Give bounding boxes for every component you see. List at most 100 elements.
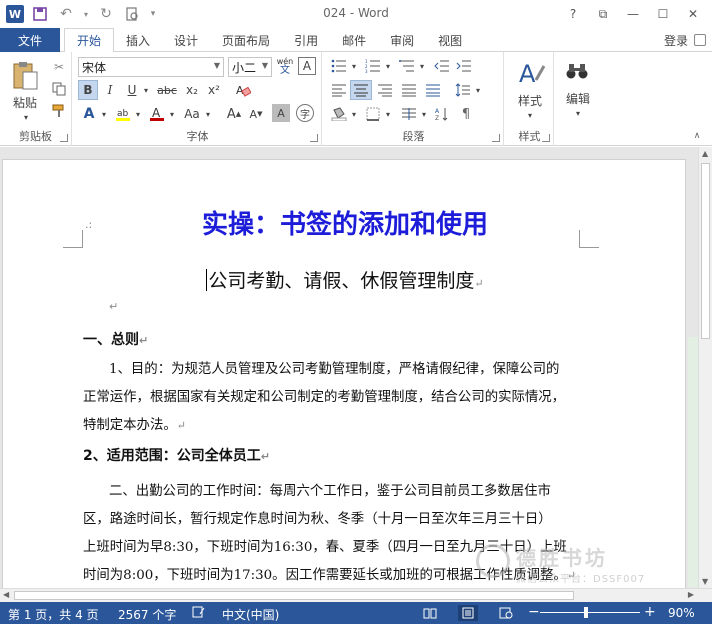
highlight-dropdown-icon[interactable]: ▾ [134, 104, 142, 124]
distributed-icon[interactable] [422, 80, 444, 100]
collapse-ribbon-icon[interactable]: ∧ [690, 130, 704, 142]
underline-button[interactable]: U [122, 80, 142, 100]
bold-button[interactable]: B [78, 80, 98, 100]
phonetic-guide-icon[interactable]: wén 文 [276, 56, 294, 76]
document-page[interactable]: .: 实操：书签的添加和使用 公司考勤、请假、休假管理制度↵ ↵ 一、总则↵ 1… [2, 159, 686, 588]
tab-insert[interactable]: 插入 [114, 28, 162, 52]
text-effects-dropdown-icon[interactable]: ▾ [100, 104, 108, 124]
close-button[interactable]: ✕ [680, 4, 706, 24]
ribbon-display-options-button[interactable]: ⧉ [590, 4, 616, 24]
tab-references[interactable]: 引用 [282, 28, 330, 52]
subscript-button[interactable]: x₂ [182, 80, 202, 100]
font-name-dropdown[interactable]: 宋体 ▼ [78, 57, 224, 77]
numbering-icon[interactable]: 123 [362, 56, 384, 76]
underline-dropdown-icon[interactable]: ▾ [142, 80, 150, 100]
highlight-icon[interactable]: ab [112, 104, 134, 124]
multilevel-list-icon[interactable] [396, 56, 418, 76]
account-icon[interactable] [694, 34, 706, 46]
justify-icon[interactable] [398, 80, 420, 100]
character-shading-icon[interactable]: A [272, 104, 290, 122]
bullets-dropdown-icon[interactable]: ▾ [350, 56, 358, 76]
maximize-button[interactable]: ☐ [650, 4, 676, 24]
chinese-layout-dropdown-icon[interactable]: ▾ [420, 104, 428, 124]
tab-mailings[interactable]: 邮件 [330, 28, 378, 52]
font-size-dropdown[interactable]: 小二 ▼ [228, 57, 272, 77]
zoom-out-button[interactable]: − [528, 604, 540, 620]
zoom-slider[interactable] [540, 612, 640, 613]
word-count[interactable]: 2567 个字 [118, 606, 176, 623]
enclose-characters-icon[interactable]: 字 [296, 104, 314, 122]
tab-home[interactable]: 开始 [64, 28, 115, 53]
proofing-icon[interactable] [192, 606, 206, 621]
bullets-icon[interactable] [328, 56, 350, 76]
web-layout-icon[interactable] [496, 605, 516, 621]
tab-review[interactable]: 审阅 [378, 28, 426, 52]
line-spacing-dropdown-icon[interactable]: ▾ [474, 80, 482, 100]
scroll-left-icon[interactable]: ◀ [3, 590, 9, 599]
cut-icon[interactable]: ✂ [50, 58, 68, 76]
vertical-scrollbar[interactable]: ▲ ▼ [698, 147, 712, 588]
tab-design[interactable]: 设计 [162, 28, 210, 52]
copy-icon[interactable] [50, 80, 68, 98]
strikethrough-button[interactable]: abc [154, 80, 180, 100]
styles-button-label[interactable]: 样式 [510, 92, 550, 108]
align-left-icon[interactable] [328, 80, 350, 100]
numbering-dropdown-icon[interactable]: ▾ [384, 56, 392, 76]
font-color-dropdown-icon[interactable]: ▾ [168, 104, 176, 124]
decrease-indent-icon[interactable] [432, 56, 452, 76]
binoculars-icon[interactable] [562, 56, 592, 86]
vertical-scroll-thumb[interactable] [701, 163, 710, 339]
styles-icon[interactable]: A [514, 56, 548, 90]
read-mode-icon[interactable] [420, 605, 440, 621]
language-indicator[interactable]: 中文(中国) [222, 606, 279, 623]
editing-dropdown-icon[interactable]: ▾ [570, 108, 586, 118]
scroll-right-icon[interactable]: ▶ [688, 590, 694, 599]
paste-button-label[interactable]: 粘贴 [4, 94, 46, 110]
character-border-icon[interactable]: A [298, 57, 316, 75]
increase-indent-icon[interactable] [454, 56, 474, 76]
help-button[interactable]: ? [560, 4, 586, 24]
paste-dropdown-icon[interactable]: ▾ [16, 112, 36, 122]
minimize-button[interactable]: — [620, 4, 646, 24]
scroll-up-icon[interactable]: ▲ [702, 149, 708, 158]
tab-file[interactable]: 文件 [0, 28, 60, 52]
multilevel-dropdown-icon[interactable]: ▾ [418, 56, 426, 76]
zoom-in-button[interactable]: + [644, 604, 656, 620]
horizontal-scroll-thumb[interactable] [14, 591, 574, 600]
chinese-layout-icon[interactable] [398, 104, 420, 124]
clear-formatting-icon[interactable]: A [232, 80, 254, 100]
horizontal-scrollbar[interactable]: ◀ ▶ [0, 588, 712, 602]
align-right-icon[interactable] [374, 80, 396, 100]
clipboard-launcher[interactable] [60, 134, 68, 142]
grow-font-icon[interactable]: A ▲ [224, 104, 244, 124]
text-effects-icon[interactable]: A [78, 104, 100, 124]
change-case-dropdown-icon[interactable]: ▾ [204, 104, 212, 124]
tab-view[interactable]: 视图 [426, 28, 474, 52]
styles-launcher[interactable] [542, 134, 550, 142]
align-center-icon[interactable] [350, 80, 372, 100]
superscript-button[interactable]: x² [204, 80, 224, 100]
zoom-level[interactable]: 90% [668, 606, 695, 620]
shading-icon[interactable] [328, 104, 350, 124]
format-painter-icon[interactable] [50, 102, 68, 120]
editing-button-label[interactable]: 编辑 [558, 90, 598, 106]
paragraph-launcher[interactable] [492, 134, 500, 142]
paste-icon[interactable] [8, 58, 42, 94]
zoom-slider-thumb[interactable] [584, 607, 588, 618]
show-formatting-marks-icon[interactable]: ¶ [456, 104, 476, 124]
borders-icon[interactable] [362, 104, 384, 124]
shrink-font-icon[interactable]: A ▼ [246, 104, 266, 124]
scroll-down-icon[interactable]: ▼ [702, 577, 708, 586]
italic-button[interactable]: I [100, 80, 120, 100]
font-color-icon[interactable]: A [146, 104, 168, 124]
print-layout-icon[interactable] [458, 605, 478, 621]
styles-dropdown-icon[interactable]: ▾ [522, 110, 538, 120]
shading-dropdown-icon[interactable]: ▾ [350, 104, 358, 124]
change-case-icon[interactable]: Aa [180, 104, 204, 124]
font-launcher[interactable] [310, 134, 318, 142]
line-spacing-icon[interactable] [452, 80, 474, 100]
borders-dropdown-icon[interactable]: ▾ [384, 104, 392, 124]
tab-page-layout[interactable]: 页面布局 [210, 28, 282, 52]
login-link[interactable]: 登录 [664, 32, 688, 49]
page-count[interactable]: 第 1 页，共 4 页 [8, 606, 99, 623]
